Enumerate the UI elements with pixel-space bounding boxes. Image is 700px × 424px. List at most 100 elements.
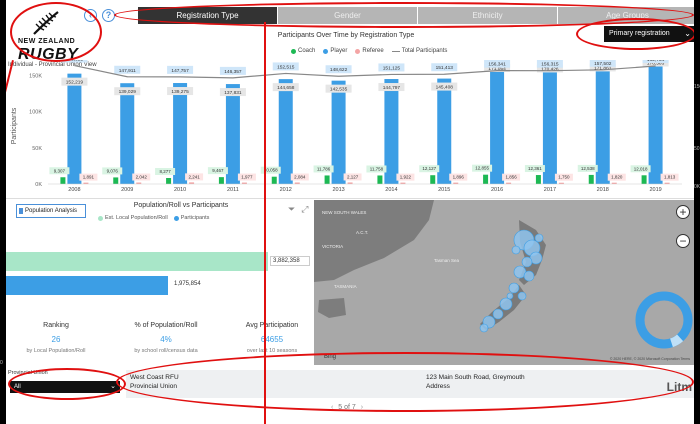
population-value: 3,882,358 <box>270 256 310 266</box>
coach-bar <box>430 175 436 184</box>
provincial-union-value: All <box>14 384 21 390</box>
section-divider <box>6 198 694 199</box>
referee-data-label: 1,813 <box>664 175 676 180</box>
kpi-value: 26 <box>51 335 61 344</box>
x-tick-label: 2014 <box>385 187 397 193</box>
y-tick-label: 50K <box>32 146 42 152</box>
total-data-label: 151,125 <box>383 65 401 71</box>
coach-data-label: 10,058 <box>264 168 278 173</box>
coach-bar <box>60 177 66 184</box>
footer-bar: Provincial Union All ⌄ West Coast RFU Pr… <box>6 367 694 424</box>
previous-page-icon[interactable]: ‹ <box>331 404 333 411</box>
tab-age-groups[interactable]: Age Groups <box>558 7 694 24</box>
logo-line-1: NEW ZEALAND <box>18 38 76 45</box>
map-label-act: A.C.T. <box>356 230 369 235</box>
coach-bar <box>166 177 172 184</box>
coach-data-label: 12,127 <box>422 166 436 171</box>
total-data-label: 156,315 <box>541 62 559 68</box>
referee-data-label: 2,241 <box>188 174 200 179</box>
map-copyright[interactable]: © 2020 HERE, © 2020 Microsoft Corporatio… <box>610 357 690 361</box>
total-data-label: 151,413 <box>436 65 454 71</box>
map-label-tasmania: TASMANIA <box>334 284 357 289</box>
back-arrow-icon[interactable]: ‹ <box>84 9 97 22</box>
tab-registration-type[interactable]: Registration Type <box>138 7 278 24</box>
page-indicator: 5 of 7 <box>338 404 356 411</box>
right-peek-150: 150 <box>694 84 700 90</box>
referee-data-label: 1,896 <box>453 175 465 180</box>
kpi-label: Avg Participation <box>245 322 299 329</box>
kpi-foot: by school roll/census data <box>134 348 198 354</box>
map-label-tasman-sea: Tasman Sea <box>434 258 460 263</box>
population-analysis-button[interactable]: Population Analysis <box>16 204 86 218</box>
legend-coach: Coach <box>291 48 315 54</box>
zoom-out-button[interactable]: − <box>676 234 690 248</box>
chart-title: Participants Over Time by Registration T… <box>277 32 415 39</box>
chevron-down-icon: ⌄ <box>110 383 116 390</box>
player-bar <box>437 78 452 184</box>
player-bar <box>331 80 346 184</box>
donut-chart <box>635 291 693 349</box>
coach-data-label: 12,018 <box>634 166 648 171</box>
participants-bar <box>6 276 168 295</box>
x-tick-label: 2010 <box>174 187 186 193</box>
referee-data-label: 1,977 <box>241 175 253 180</box>
x-tick-label: 2013 <box>332 187 344 193</box>
total-data-label: 146,357 <box>224 69 242 75</box>
coach-bar <box>641 175 647 184</box>
referee-data-label: 1,856 <box>505 175 517 180</box>
x-tick-label: 2016 <box>491 187 503 193</box>
coach-bar <box>324 175 330 184</box>
coach-data-label: 12,855 <box>475 166 489 171</box>
kpi-percent-population: % of Population/Roll 4% by school roll/c… <box>116 322 216 354</box>
coach-data-label: 9,467 <box>212 168 224 173</box>
referee-data-label: 2,042 <box>136 175 148 180</box>
player-bar <box>225 84 240 184</box>
population-bar <box>6 252 268 271</box>
kpi-label: % of Population/Roll <box>134 322 198 329</box>
player-bar <box>173 83 188 184</box>
total-data-label: 156,341 <box>488 62 506 68</box>
union-name: West Coast RFU <box>130 374 179 381</box>
player-data-label: 144,797 <box>383 85 401 91</box>
player-data-label: 145,408 <box>436 85 454 91</box>
population-title: Population/Roll vs Participants <box>133 202 229 209</box>
player-data-label: 144,658 <box>277 85 295 91</box>
x-tick-label: 2011 <box>227 187 239 193</box>
population-legend: Est. Local Population/Roll Participants <box>98 215 209 221</box>
total-data-label: 152,515 <box>277 64 295 70</box>
help-icon[interactable]: ? <box>102 9 115 22</box>
kpi-foot: by Local Population/Roll <box>26 348 86 354</box>
x-tick-label: 2017 <box>544 187 556 193</box>
chevron-down-icon: ⌄ <box>684 29 691 38</box>
player-bar <box>67 73 82 184</box>
coach-bar <box>377 175 383 184</box>
filter-icon[interactable]: ⏷ <box>288 204 295 215</box>
tab-gender[interactable]: Gender <box>278 7 418 24</box>
coach-bar <box>483 174 489 184</box>
total-data-label: 163,321 <box>66 60 84 63</box>
x-tick-label: 2012 <box>280 187 292 193</box>
focus-mode-icon[interactable]: ⤢ <box>301 204 308 215</box>
right-peek-0k: 0K <box>694 184 700 190</box>
zoom-in-button[interactable]: + <box>676 205 690 219</box>
map-bubbles <box>479 229 544 333</box>
coach-data-label: 9,076 <box>107 168 119 173</box>
next-page-icon[interactable]: › <box>361 404 363 411</box>
brand-logo: Litm <box>666 380 692 394</box>
coach-data-label: 11,786 <box>317 166 331 171</box>
registration-type-dropdown[interactable]: Primary registration ⌄ <box>604 26 694 42</box>
player-data-label: 152,219 <box>66 80 84 86</box>
kpi-row: Ranking 26 by Local Population/Roll % of… <box>6 322 312 367</box>
right-peek-50: 50 <box>694 146 700 152</box>
tab-ethnicity[interactable]: Ethnicity <box>418 7 558 24</box>
provincial-union-dropdown[interactable]: All ⌄ <box>10 381 120 393</box>
union-address: 123 Main South Road, Greymouth <box>426 374 525 381</box>
total-data-label: 147,911 <box>119 68 136 74</box>
player-bar <box>384 79 399 184</box>
player-bar <box>490 60 505 184</box>
bubble-map[interactable]: NEW SOUTH WALES A.C.T. VICTORIA TASMANIA… <box>314 200 694 365</box>
y-axis-label: Participants <box>11 107 18 144</box>
coach-bar <box>113 177 119 184</box>
union-address-label: Address <box>426 383 450 390</box>
left-peek-text: 0 <box>0 360 3 366</box>
